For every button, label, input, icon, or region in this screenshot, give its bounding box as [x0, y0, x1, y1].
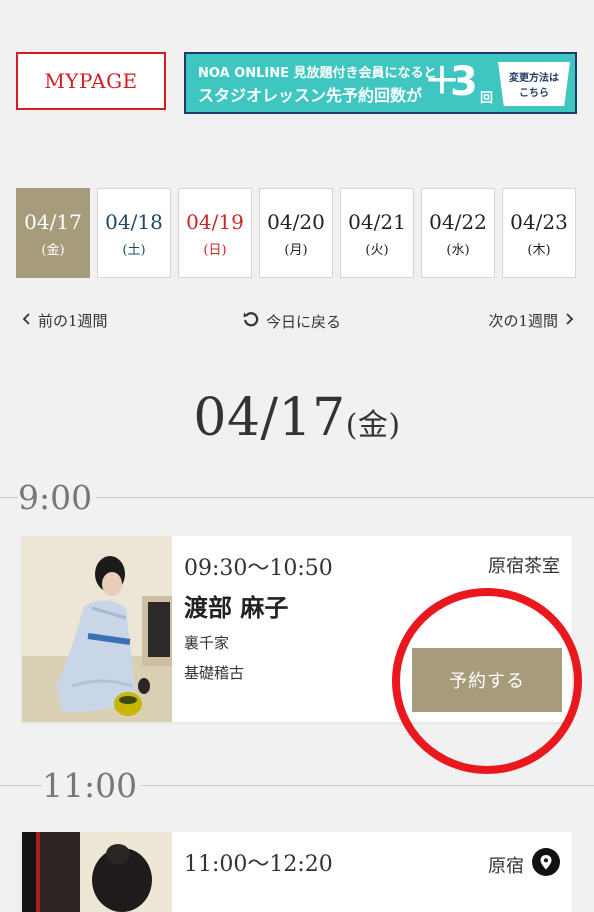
- today-label: 今日に戻る: [266, 312, 342, 331]
- banner-howto-badge[interactable]: 変更方法は こちら: [498, 62, 570, 106]
- date-tab-0418[interactable]: 04/18 (土): [97, 188, 171, 278]
- weekday-label: (金): [41, 242, 65, 258]
- lesson-time: 09:30〜10:50: [184, 556, 333, 581]
- selected-date: 04/17: [193, 388, 346, 448]
- banner-unit: 回: [480, 91, 494, 106]
- lesson-time: 11:00〜12:20: [184, 852, 333, 877]
- date-tab-0419[interactable]: 04/19 (日): [178, 188, 252, 278]
- weekday-label: (土): [122, 242, 146, 258]
- teacher-name: 渡部 麻子: [184, 593, 289, 622]
- date-selector: 04/17 (金) 04/18 (土) 04/19 (日) 04/20 (月) …: [16, 188, 578, 280]
- selected-weekday: (金): [345, 408, 401, 443]
- date-label: 04/20: [267, 209, 325, 234]
- date-label: 04/21: [348, 209, 406, 234]
- banner-count: 3: [450, 59, 478, 105]
- date-label: 04/17: [24, 209, 82, 234]
- lesson-place: 原宿茶室: [488, 556, 560, 577]
- time-label: 9:00: [18, 478, 97, 517]
- time-marker-1100: 11:00: [0, 766, 594, 806]
- selected-date-heading: 04/17(金): [0, 388, 594, 448]
- top-bar: MYPAGE NOA ONLINE 見放題付き会員になると スタジオレッスン先予…: [16, 52, 578, 114]
- refresh-icon: [242, 310, 260, 332]
- date-label: 04/18: [105, 209, 163, 234]
- date-label: 04/23: [510, 209, 568, 234]
- date-tab-0420[interactable]: 04/20 (月): [259, 188, 333, 278]
- back-to-today-link[interactable]: 今日に戻る: [242, 310, 341, 332]
- promo-banner[interactable]: NOA ONLINE 見放題付き会員になると スタジオレッスン先予約回数が ＋ …: [184, 52, 577, 114]
- weekday-label: (火): [365, 242, 389, 258]
- weekday-label: (水): [446, 242, 470, 258]
- lesson-card[interactable]: 11:00〜12:20 原宿: [22, 832, 572, 912]
- date-label: 04/19: [186, 209, 244, 234]
- lesson-place-wrap: 原宿: [488, 848, 560, 881]
- howto-line1: 変更方法は: [509, 73, 559, 84]
- instructor-photo: [22, 832, 172, 912]
- course-name: 基礎稽古: [184, 664, 245, 682]
- howto-line2: こちら: [519, 88, 549, 99]
- tea-school: 裏千家: [184, 634, 230, 652]
- chevron-right-icon: [564, 312, 574, 330]
- date-tab-0417[interactable]: 04/17 (金): [16, 188, 90, 278]
- time-marker-0900: 9:00: [0, 478, 594, 518]
- next-week-label: 次の1週間: [488, 312, 558, 330]
- prev-week-link[interactable]: 前の1週間: [22, 310, 108, 331]
- date-tab-0421[interactable]: 04/21 (火): [340, 188, 414, 278]
- instructor-photo: [22, 536, 172, 722]
- banner-line1: NOA ONLINE 見放題付き会員になると: [198, 66, 437, 81]
- prev-week-label: 前の1週間: [38, 312, 108, 330]
- highlight-circle: [392, 588, 582, 774]
- date-label: 04/22: [429, 209, 487, 234]
- map-pin-icon[interactable]: [532, 848, 560, 881]
- weekday-label: (木): [527, 242, 551, 258]
- date-tab-0423[interactable]: 04/23 (木): [502, 188, 576, 278]
- date-tab-0422[interactable]: 04/22 (水): [421, 188, 495, 278]
- week-navigation: 前の1週間 今日に戻る 次の1週間: [22, 310, 574, 336]
- banner-line2: スタジオレッスン先予約回数が: [198, 86, 423, 105]
- weekday-label: (月): [284, 242, 308, 258]
- mypage-button[interactable]: MYPAGE: [16, 52, 166, 110]
- weekday-label: (日): [203, 242, 227, 258]
- time-label: 11:00: [42, 766, 142, 805]
- chevron-left-icon: [22, 312, 32, 330]
- next-week-link[interactable]: 次の1週間: [488, 310, 574, 331]
- lesson-place: 原宿: [488, 855, 524, 877]
